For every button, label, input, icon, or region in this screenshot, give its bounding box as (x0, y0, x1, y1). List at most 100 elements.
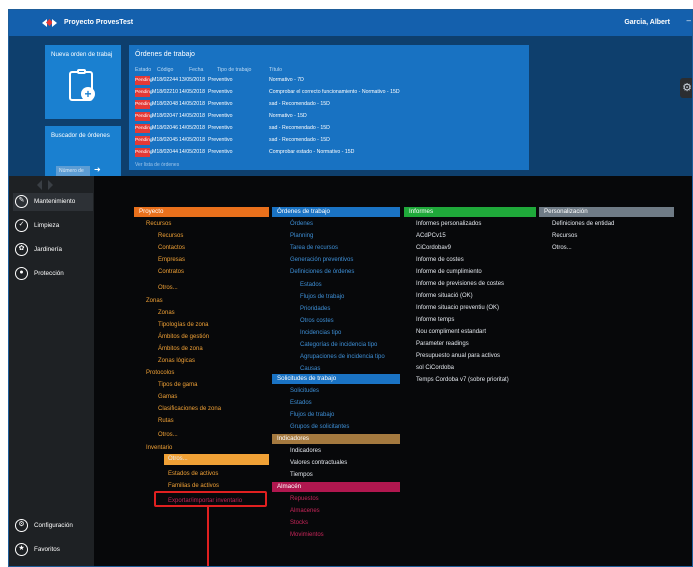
menu-item[interactable]: Rutas (158, 417, 174, 425)
menu-section-indicadores[interactable]: Indicadores (272, 434, 400, 444)
menu-item[interactable]: Informe de previsiones de costes (416, 280, 504, 288)
sidebar-item-label: Limpieza (34, 222, 60, 229)
menu-item[interactable]: Protocolos (146, 369, 174, 377)
menu-item[interactable]: Inventario (146, 444, 172, 452)
menu-item[interactable]: Órdenes (290, 220, 313, 228)
table-row[interactable]: Pending M18/02210 14/05/2018 Preventivo Comp… (135, 88, 525, 98)
menu-item[interactable]: Ámbitos de gestión (158, 333, 209, 341)
menu-item[interactable]: Informe temps (416, 316, 454, 324)
menu-item[interactable]: CiCordobav9 (416, 244, 451, 252)
menu-item[interactable]: Recursos (158, 232, 183, 240)
menu-item[interactable]: Gamas (158, 393, 177, 401)
table-row[interactable]: Pending M18/02045 14/05/2018 Preventivo sad … (135, 136, 525, 146)
order-title: Comprobar el correcto funcionamiento - N… (269, 89, 400, 95)
sidebar-item-limpieza[interactable]: ✓ Limpieza (13, 217, 93, 235)
menu-item[interactable]: Informe situacio preventiu (OK) (416, 304, 499, 312)
menu-item[interactable]: Informe de cumplimiento (416, 268, 482, 276)
sidebar-item-favoritos[interactable]: ★ Favoritos (13, 541, 93, 559)
menu-item[interactable]: Tarea de recursos (290, 244, 338, 252)
order-title: sad - Recomendado - 15D (269, 125, 330, 131)
menu-item[interactable]: Grupos de solicitantes (290, 423, 349, 431)
menu-item[interactable]: Causas (300, 365, 320, 373)
tile-title: Buscador de órdenes (51, 132, 110, 139)
table-row[interactable]: Pending M18/02244 13/05/2018 Preventivo Norm… (135, 76, 525, 86)
app-logo-icon (42, 18, 58, 28)
menu-item[interactable]: Repuestos (290, 495, 319, 503)
menu-section-proyecto[interactable]: Proyecto (134, 207, 269, 217)
search-go-icon[interactable]: ➜ (94, 165, 101, 174)
table-row[interactable]: Pending M18/02046 14/05/2018 Preventivo sad … (135, 124, 525, 134)
menu-item[interactable]: Temps Cordoba v7 (sobre prioritat) (416, 376, 509, 384)
menu-section-informes[interactable]: Informes (404, 207, 536, 217)
new-work-order-tile[interactable]: Nueva orden de trabaj + (45, 45, 121, 119)
sidebar-item-mantenimiento[interactable]: ✎ Mantenimiento (13, 193, 93, 211)
menu-item[interactable]: Zonas lógicas (158, 357, 195, 365)
menu-item[interactable]: Contactos (158, 244, 185, 252)
menu-item[interactable]: ACdPCv15 (416, 232, 446, 240)
user-name[interactable]: Garcia, Albert (624, 19, 670, 26)
menu-item[interactable]: Estados (300, 281, 322, 289)
menu-item[interactable]: Zonas (146, 297, 163, 305)
menu-item[interactable]: Nou compliment estandart (416, 328, 486, 336)
sidebar-item-jardineria[interactable]: ✿ Jardinería (13, 241, 93, 259)
minimize-icon[interactable]: – (687, 16, 691, 25)
sidebar-item-configuracion[interactable]: ⚙ Configuración (13, 517, 93, 535)
menu-item[interactable]: Recursos (146, 220, 171, 228)
menu-item[interactable]: Informes personalizados (416, 220, 481, 228)
menu-item[interactable]: Tiempos (290, 471, 313, 479)
menu-item[interactable]: Estados (290, 399, 312, 407)
menu-item[interactable]: Empresas (158, 256, 185, 264)
col-title: Título (269, 67, 282, 73)
menu-item[interactable]: Incidencias tipo (300, 329, 341, 337)
menu-section-almacen[interactable]: Almacén (272, 482, 400, 492)
menu-item[interactable]: Parameter readings (416, 340, 469, 348)
menu-item[interactable]: Generación preventivos (290, 256, 353, 264)
menu-item[interactable]: Definiciones de órdenes (290, 268, 354, 276)
menu-item[interactable]: Valores contractuales (290, 459, 347, 467)
menu-item[interactable]: Tipos de gama (158, 381, 197, 389)
menu-item[interactable]: Tipologías de zona (158, 321, 208, 329)
menu-item[interactable]: Solicitudes (290, 387, 319, 395)
order-title: Normativo - 15D (269, 113, 307, 119)
menu-item[interactable]: Otros... (158, 284, 178, 292)
menu-item[interactable]: Stocks (290, 519, 308, 527)
table-row[interactable]: Pending M18/02047 14/05/2018 Preventivo Norm… (135, 112, 525, 122)
shield-icon: ● (15, 267, 28, 280)
menu-item[interactable]: Flujos de trabajo (290, 411, 334, 419)
menu-item[interactable]: Flujos de trabajo (300, 293, 344, 301)
menu-item[interactable]: Definiciones de entidad (552, 220, 614, 228)
sidebar-item-proteccion[interactable]: ● Protección (13, 265, 93, 283)
menu-item[interactable]: Planning (290, 232, 313, 240)
menu-item[interactable]: Zonas (158, 309, 175, 317)
menu-item[interactable]: Movimientos (290, 531, 324, 539)
menu-section-personalizacion[interactable]: Personalización (539, 207, 674, 217)
menu-item[interactable]: sol CiCordoba (416, 364, 454, 372)
menu-item[interactable]: Familias de activos (168, 482, 219, 490)
menu-item[interactable]: Estados de activos (168, 470, 218, 478)
menu-item[interactable]: Otros costes (300, 317, 334, 325)
view-all-orders-link[interactable]: Ver lista de órdenes (135, 162, 179, 168)
gear-icon[interactable]: ⚙ (680, 78, 692, 98)
search-type-select[interactable]: Número de (56, 166, 90, 176)
sidebar-item-label: Protección (34, 270, 64, 277)
menu-item[interactable]: Almacenes (290, 507, 320, 515)
menu-item[interactable]: Otros... (158, 431, 178, 439)
menu-item[interactable]: Informe situació (OK) (416, 292, 473, 300)
menu-item[interactable]: Contratos (158, 268, 184, 276)
menu-item[interactable]: Categorías de incidencia tipo (300, 341, 377, 349)
table-row[interactable]: Pending M18/02044 14/05/2018 Preventivo Comp… (135, 148, 525, 158)
sidebar-item-label: Configuración (34, 522, 73, 529)
menu-item[interactable]: Indicadores (290, 447, 321, 455)
menu-item[interactable]: Otros... (168, 455, 188, 463)
menu-item[interactable]: Presupuesto anual para activos (416, 352, 500, 360)
menu-item[interactable]: Otros... (552, 244, 572, 252)
menu-item[interactable]: Recursos (552, 232, 577, 240)
menu-item[interactable]: Clasificaciones de zona (158, 405, 221, 413)
table-row[interactable]: Pending M18/02048 14/05/2018 Preventivo sad … (135, 100, 525, 110)
menu-section-ordenes[interactable]: Órdenes de trabajo (272, 207, 400, 217)
menu-item[interactable]: Agrupaciones de incidencia tipo (300, 353, 385, 361)
menu-item[interactable]: Informe de costes (416, 256, 464, 264)
menu-item[interactable]: Prioridades (300, 305, 330, 313)
menu-section-solicitudes[interactable]: Solicitudes de trabajo (272, 374, 400, 384)
menu-item[interactable]: Ámbitos de zona (158, 345, 203, 353)
